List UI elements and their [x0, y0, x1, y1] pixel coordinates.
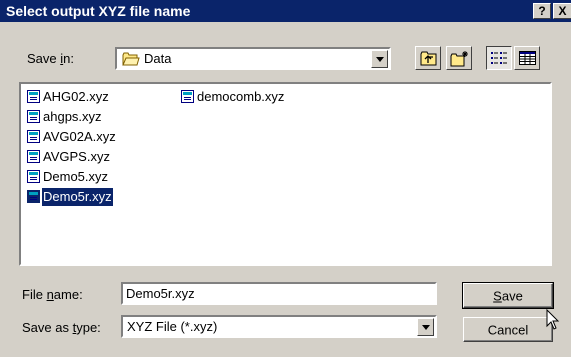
cancel-button[interactable]: Cancel: [463, 317, 553, 342]
xyz-file-icon: [27, 90, 40, 103]
details-view-icon: [519, 51, 536, 68]
save-as-type-label: Save as type:: [22, 320, 101, 335]
save-in-dropdown[interactable]: Data: [115, 47, 391, 70]
save-in-dropdown-arrow[interactable]: [371, 50, 388, 68]
save-as-type-dropdown[interactable]: XYZ File (*.xyz): [121, 315, 437, 338]
xyz-file-icon: [27, 170, 40, 183]
file-name-input[interactable]: Demo5r.xyz: [121, 282, 437, 305]
help-button[interactable]: ?: [533, 3, 551, 19]
title-bar[interactable]: Select output XYZ file name ? X: [0, 0, 571, 22]
close-button[interactable]: X: [553, 3, 571, 19]
save-button[interactable]: Save: [462, 282, 554, 309]
xyz-file-icon: [27, 150, 40, 163]
new-folder-button[interactable]: [446, 46, 472, 70]
xyz-file-icon: [27, 130, 40, 143]
cancel-button-label: Cancel: [487, 322, 529, 337]
details-view-button[interactable]: [514, 46, 540, 70]
file-name-label: File name:: [22, 287, 83, 302]
up-folder-icon: [420, 51, 438, 69]
save-in-label: Save in:: [27, 51, 74, 66]
xyz-file-icon: [27, 110, 40, 123]
save-in-value: Data: [144, 51, 172, 66]
up-folder-button[interactable]: [415, 46, 441, 70]
dialog-title: Select output XYZ file name: [6, 3, 191, 19]
folder-icon: [122, 52, 140, 69]
save-dialog: Select output XYZ file name ? X Save in:…: [0, 0, 571, 357]
xyz-file-icon: [27, 190, 40, 203]
file-list[interactable]: AHG02.xyz ahgps.xyz AVG02A.xyz AVGPS.xyz…: [19, 82, 552, 266]
save-button-label: Save: [493, 288, 523, 303]
list-view-icon: [491, 51, 508, 68]
list-view-button[interactable]: [486, 46, 512, 70]
xyz-file-icon: [181, 90, 194, 103]
new-folder-icon: [450, 50, 470, 70]
save-as-type-dropdown-arrow[interactable]: [417, 318, 434, 336]
